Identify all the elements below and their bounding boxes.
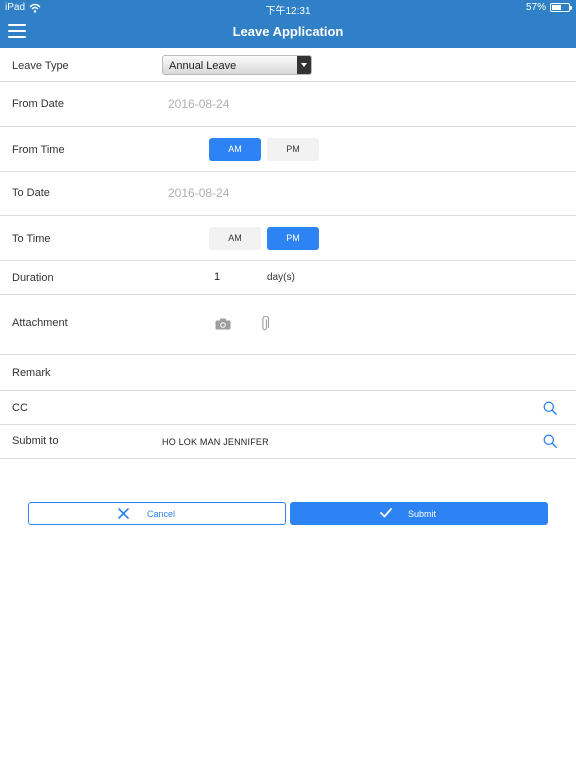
status-right: 57% xyxy=(525,2,572,13)
to-date-label: To Date xyxy=(12,187,50,199)
search-icon[interactable] xyxy=(543,434,557,448)
duration-input[interactable]: 1 xyxy=(214,271,220,283)
to-time-am-button[interactable]: AM xyxy=(209,227,261,250)
from-date-label: From Date xyxy=(12,98,64,110)
paperclip-icon[interactable] xyxy=(261,316,269,332)
checkmark-icon xyxy=(380,508,392,518)
to-time-row: To Time AM PM xyxy=(0,216,576,261)
attachment-label: Attachment xyxy=(12,317,68,329)
duration-row: Duration 1 day(s) xyxy=(0,261,576,295)
camera-icon[interactable] xyxy=(215,318,231,330)
remark-input[interactable] xyxy=(162,359,562,386)
page-title: Leave Application xyxy=(232,24,344,39)
from-time-pm-button[interactable]: PM xyxy=(267,138,319,161)
to-time-label: To Time xyxy=(12,233,51,245)
duration-label: Duration xyxy=(12,272,54,284)
status-bar: iPad 下午12:31 57% xyxy=(0,0,576,17)
leave-type-label: Leave Type xyxy=(12,60,69,72)
leave-type-row: Leave Type Annual Leave xyxy=(0,48,576,82)
from-time-am-button[interactable]: AM xyxy=(209,138,261,161)
close-icon xyxy=(118,508,129,519)
search-icon[interactable] xyxy=(543,401,557,415)
submit-button[interactable]: Submit xyxy=(290,502,548,525)
battery-icon xyxy=(550,3,572,12)
cc-row: CC xyxy=(0,391,576,425)
from-date-row: From Date 2016-08-24 xyxy=(0,82,576,127)
submit-to-label: Submit to xyxy=(12,435,59,447)
status-time: 下午12:31 xyxy=(265,6,311,17)
leave-type-select[interactable]: Annual Leave xyxy=(162,55,312,75)
submit-button-label: Submit xyxy=(408,509,437,519)
to-date-field[interactable]: 2016-08-24 xyxy=(168,186,229,200)
attachment-row: Attachment xyxy=(0,295,576,355)
chevron-down-icon xyxy=(297,56,311,74)
duration-unit: day(s) xyxy=(267,272,295,283)
navigation-bar: Leave Application xyxy=(0,16,576,48)
submit-to-row: Submit to HO LOK MAN JENNIFER xyxy=(0,425,576,459)
leave-type-value: Annual Leave xyxy=(169,60,237,72)
cc-label: CC xyxy=(12,402,28,414)
to-time-pm-button[interactable]: PM xyxy=(267,227,319,250)
remark-label: Remark xyxy=(12,367,51,379)
submit-to-value: HO LOK MAN JENNIFER xyxy=(162,437,269,447)
remark-row: Remark xyxy=(0,355,576,391)
from-time-label: From Time xyxy=(12,144,65,156)
cancel-button[interactable]: Cancel xyxy=(28,502,286,525)
from-date-field[interactable]: 2016-08-24 xyxy=(168,97,229,111)
cancel-button-label: Cancel xyxy=(147,509,176,519)
to-date-row: To Date 2016-08-24 xyxy=(0,172,576,216)
from-time-row: From Time AM PM xyxy=(0,127,576,172)
battery-percent: 57% xyxy=(525,2,546,13)
